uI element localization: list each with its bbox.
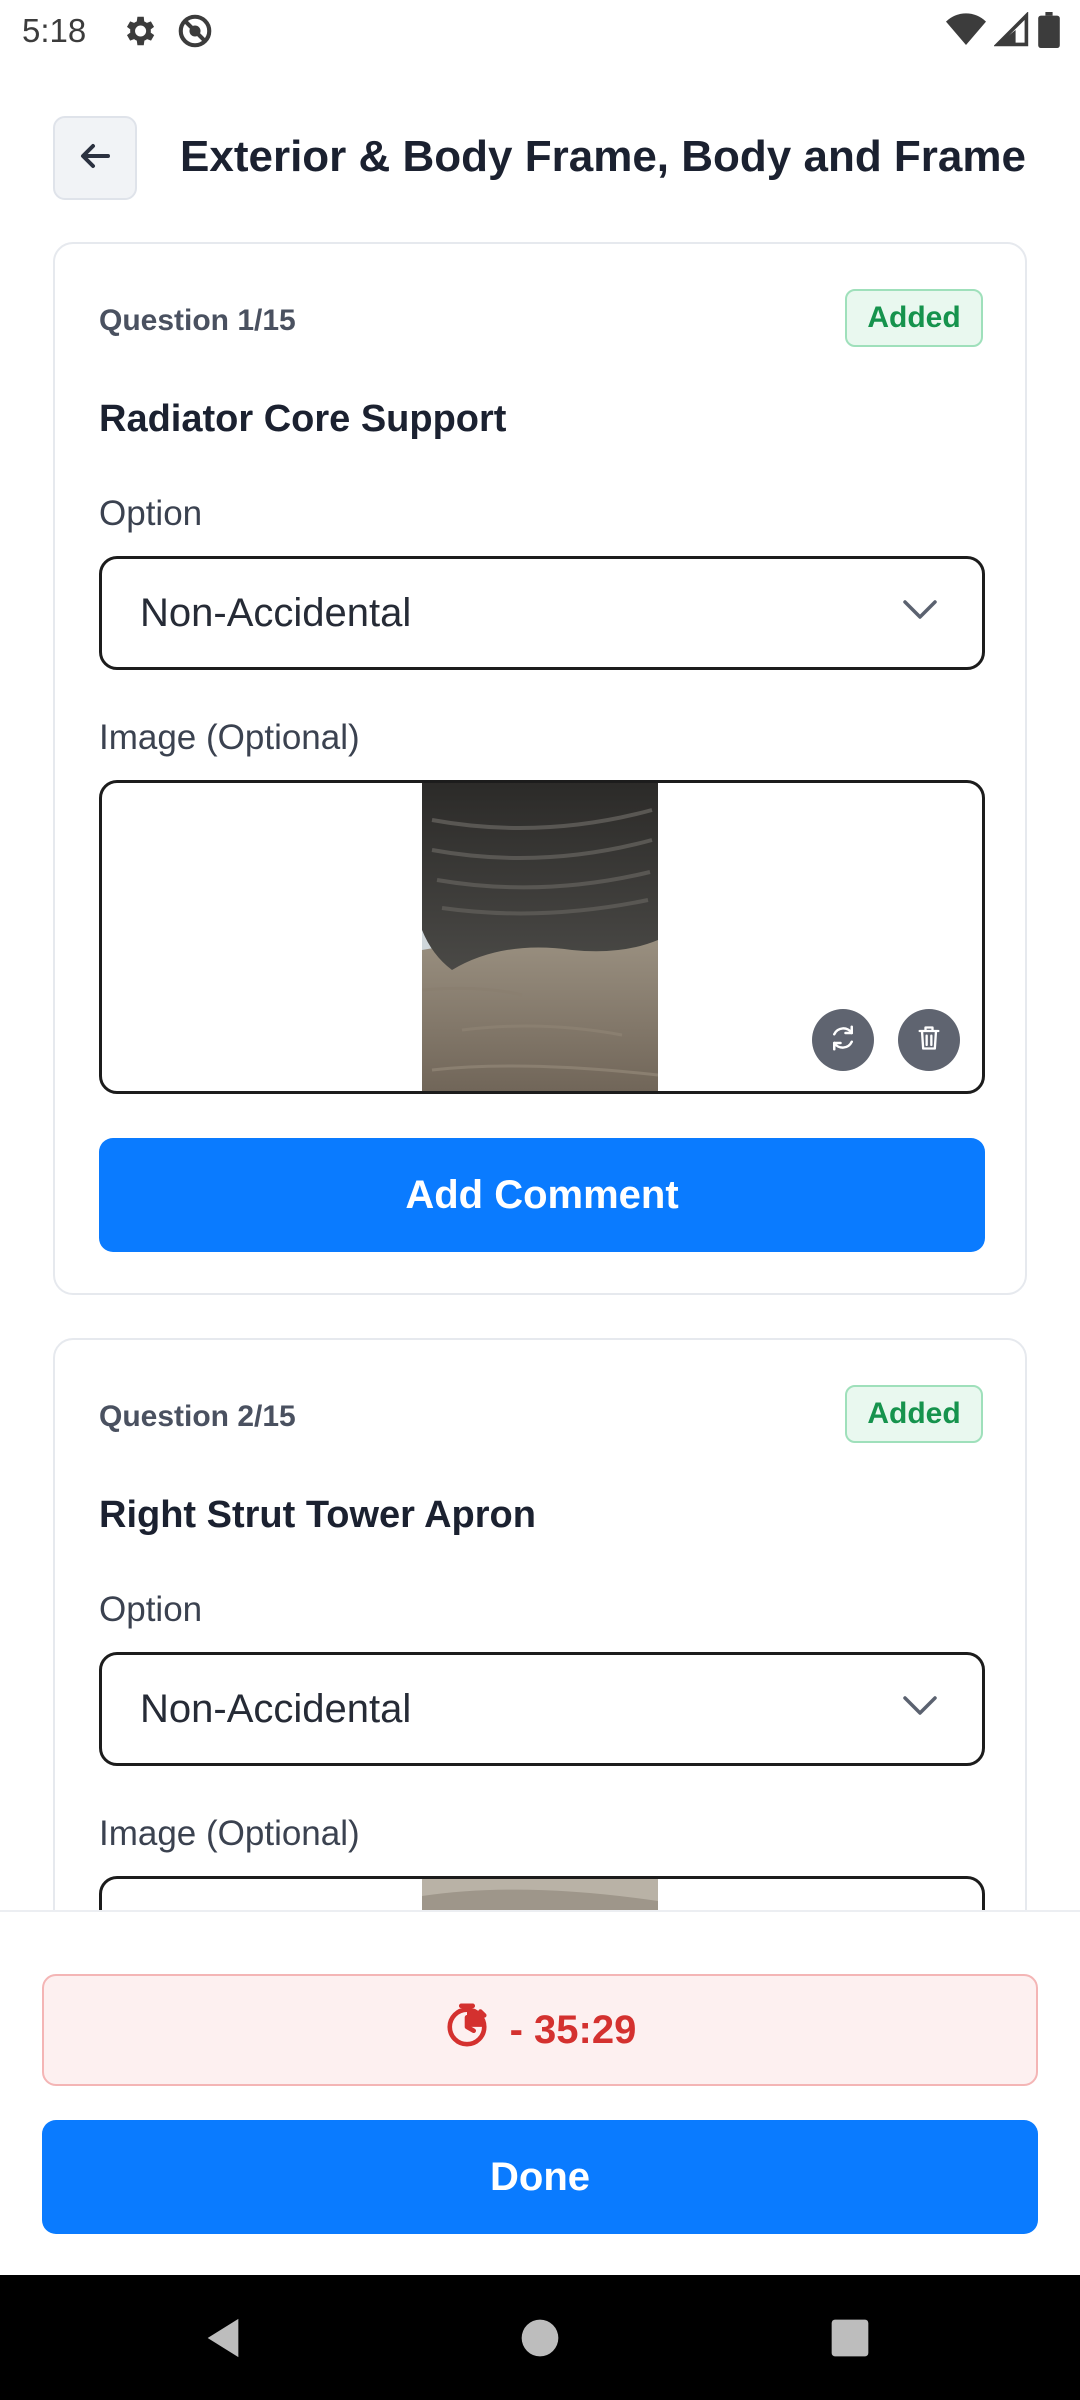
nav-home-icon[interactable] xyxy=(520,2318,560,2363)
option-select[interactable]: Non-Accidental xyxy=(99,556,985,670)
image-label: Image (Optional) xyxy=(99,1814,360,1853)
replace-image-button[interactable] xyxy=(812,1009,874,1071)
image-upload-box[interactable] xyxy=(99,1876,985,1910)
status-time: 5:18 xyxy=(22,12,87,49)
question-title: Right Strut Tower Apron xyxy=(99,1494,536,1536)
image-upload-box[interactable] xyxy=(99,780,985,1094)
option-label: Option xyxy=(99,1590,203,1629)
page-title: Exterior & Body Frame, Body and Frame xyxy=(180,132,1026,181)
option-select-value: Non-Accidental xyxy=(140,1687,412,1731)
questions-list[interactable]: Question 1/15 Added Radiator Core Suppor… xyxy=(0,240,1080,1910)
question-title: Radiator Core Support xyxy=(99,398,507,440)
option-select-value: Non-Accidental xyxy=(140,591,412,635)
question-card-2: Question 2/15 Added Right Strut Tower Ap… xyxy=(53,1338,1027,1910)
timer-text: - 35:29 xyxy=(509,2007,637,2052)
nav-back-icon[interactable] xyxy=(200,2315,246,2366)
nav-recents-icon[interactable] xyxy=(830,2318,870,2363)
option-select[interactable]: Non-Accidental xyxy=(99,1652,985,1766)
wifi-icon xyxy=(946,12,986,53)
question-counter: Question 2/15 xyxy=(99,1400,296,1433)
question-card-1: Question 1/15 Added Radiator Core Suppor… xyxy=(53,242,1027,1295)
delete-image-button[interactable] xyxy=(898,1009,960,1071)
footer: - 35:29 Done xyxy=(0,1910,1080,2275)
trash-icon xyxy=(915,1024,943,1057)
chevron-down-icon xyxy=(902,599,938,626)
chevron-down-icon xyxy=(902,1695,938,1722)
done-button[interactable]: Done xyxy=(42,2120,1038,2234)
uploaded-photo xyxy=(422,1879,658,1910)
arrow-left-icon xyxy=(78,141,112,176)
question-counter: Question 1/15 xyxy=(99,304,296,337)
uploaded-photo xyxy=(422,783,658,1091)
gear-icon xyxy=(120,12,158,55)
option-label: Option xyxy=(99,494,203,533)
no-sync-icon xyxy=(176,12,214,55)
status-badge: Added xyxy=(845,289,983,347)
status-right-icons xyxy=(946,11,1060,53)
inspection-screen: 5:18 Exterior & Body Frame, Body and Fra… xyxy=(0,0,1080,2400)
battery-icon xyxy=(1038,12,1060,53)
status-bar: 5:18 xyxy=(0,0,1080,64)
timer-banner: - 35:29 xyxy=(42,1974,1038,2086)
system-nav-bar xyxy=(0,2275,1080,2400)
status-badge: Added xyxy=(845,1385,983,1443)
back-button[interactable] xyxy=(53,116,137,200)
timer-icon xyxy=(444,2002,490,2058)
refresh-icon xyxy=(828,1023,858,1058)
add-comment-button[interactable]: Add Comment xyxy=(99,1138,985,1252)
signal-icon xyxy=(993,11,1030,53)
image-label: Image (Optional) xyxy=(99,718,360,757)
